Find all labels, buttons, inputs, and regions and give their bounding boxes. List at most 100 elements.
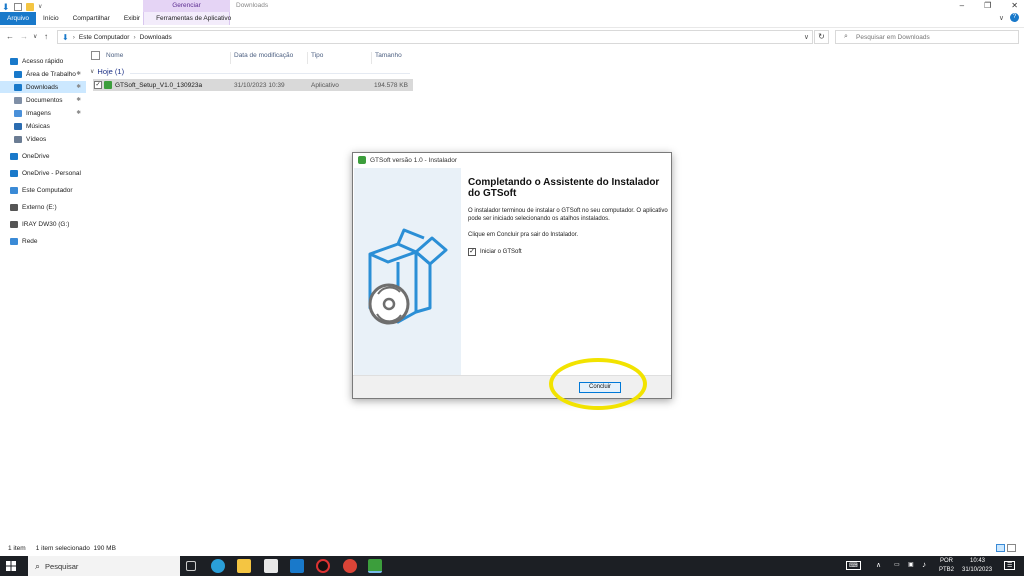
address-bar[interactable]: ⬇ › Este Computador › Downloads ∨: [57, 30, 813, 44]
sidebar-item[interactable]: OneDrive - Personal: [0, 167, 86, 179]
chevron-up-icon[interactable]: ∧: [876, 561, 881, 569]
network-icon[interactable]: ▣: [908, 561, 914, 568]
mail-icon[interactable]: [290, 559, 304, 573]
dialog-content: Completando o Assistente do Instalador d…: [468, 177, 668, 256]
clock-date[interactable]: 31/10/2023: [962, 567, 992, 573]
pin-icon[interactable]: ✱: [76, 97, 81, 103]
address-dropdown-icon[interactable]: ∨: [804, 33, 809, 41]
back-icon[interactable]: ←: [6, 32, 14, 41]
store-icon[interactable]: [264, 559, 278, 573]
dialog-instruction: Clique em Concluir pra sair do Instalado…: [468, 232, 579, 238]
chrome-icon[interactable]: [343, 559, 357, 573]
launch-checkbox-label[interactable]: Iniciar o GTSoft: [480, 249, 522, 255]
dialog-title: GTSoft versão 1.0 - Instalador: [370, 156, 458, 164]
forward-icon[interactable]: →: [20, 32, 28, 41]
edge-icon[interactable]: [211, 559, 225, 573]
tab-app-tools[interactable]: Ferramentas de Aplicativo: [147, 12, 238, 25]
clock-time[interactable]: 10:43: [970, 558, 985, 564]
column-type[interactable]: Tipo: [307, 52, 323, 64]
breadcrumb: ⬇ › Este Computador › Downloads: [62, 33, 172, 42]
star-icon: [10, 57, 18, 65]
sidebar-item[interactable]: Imagens ✱: [0, 107, 86, 119]
sidebar-item[interactable]: Acesso rápido: [0, 55, 86, 67]
help-icon[interactable]: ?: [1010, 13, 1019, 22]
keyboard-layout[interactable]: PTB2: [939, 567, 954, 573]
software-box-icon: [368, 228, 448, 325]
maximize-icon[interactable]: ❐: [984, 1, 991, 10]
launch-checkbox-row[interactable]: ✓ Iniciar o GTSoft: [468, 248, 668, 256]
select-all-checkbox[interactable]: [91, 50, 100, 60]
group-header[interactable]: ∨ Hoje (1): [90, 67, 410, 76]
computer-icon: [10, 186, 18, 194]
notifications-icon[interactable]: ☰: [1004, 561, 1016, 570]
column-name[interactable]: Nome: [106, 52, 123, 59]
navigation-bar: ← → ∨ ↑ ⬇ › Este Computador › Downloads …: [0, 27, 1024, 45]
ribbon-expand-icon[interactable]: ∨: [999, 14, 1004, 22]
pin-icon[interactable]: ✱: [76, 84, 81, 90]
media-app-icon[interactable]: [316, 559, 330, 573]
gtsoft-taskbar-icon[interactable]: [368, 559, 382, 573]
tab-share[interactable]: Compartilhar: [66, 12, 117, 25]
column-date[interactable]: Data de modificação: [230, 52, 293, 64]
navigation-pane: Acesso rápido Área de Trabalho ✱ Downloads ✱…: [0, 55, 88, 255]
details-view-icon[interactable]: [996, 544, 1005, 552]
minimize-icon[interactable]: –: [960, 1, 964, 10]
recent-locations-icon[interactable]: ∨: [33, 33, 37, 40]
file-explorer-icon[interactable]: [237, 559, 251, 573]
search-icon: ⌕: [35, 560, 41, 571]
sidebar-item[interactable]: Este Computador: [0, 184, 86, 196]
up-icon[interactable]: ↑: [44, 32, 48, 41]
breadcrumb-item[interactable]: Este Computador: [79, 34, 130, 41]
large-icons-view-icon[interactable]: [1007, 544, 1016, 552]
view-switcher: [996, 544, 1016, 552]
tab-home[interactable]: Início: [36, 12, 66, 25]
keyboard-icon[interactable]: ⌨: [846, 561, 861, 570]
sidebar-item-label: Este Computador: [22, 186, 73, 194]
window-controls: – ❐ ✕: [960, 1, 1018, 10]
file-type: Aplicativo: [311, 81, 339, 89]
language-code[interactable]: POR: [940, 558, 953, 564]
sidebar-item[interactable]: Externo (E:): [0, 201, 86, 213]
drive-icon: [10, 220, 18, 228]
sidebar-item-label: Downloads: [26, 83, 59, 91]
row-checkbox[interactable]: ✓: [94, 81, 102, 89]
taskbar-search[interactable]: ⌕ Pesquisar: [28, 556, 180, 576]
table-row[interactable]: ✓ GTSoft_Setup_V1.0_130923a 31/10/2023 1…: [93, 79, 413, 91]
group-label: Hoje (1): [97, 67, 125, 76]
refresh-icon[interactable]: ↻: [814, 30, 829, 44]
videos-icon: [14, 135, 22, 143]
download-icon: [14, 83, 22, 91]
search-input[interactable]: [856, 32, 1016, 43]
sidebar-item[interactable]: Vídeos: [0, 133, 86, 145]
launch-checkbox[interactable]: ✓: [468, 248, 476, 256]
windows-start-icon[interactable]: [6, 561, 16, 571]
volume-icon[interactable]: ♪: [922, 560, 926, 569]
qat-dropdown-icon[interactable]: ∨: [38, 3, 46, 11]
sidebar-item[interactable]: OneDrive: [0, 150, 86, 162]
sidebar-item[interactable]: Rede: [0, 235, 86, 247]
system-tray: ⌨ ∧ ▭ ▣ ♪ POR PTB2 10:43 31/10/2023 ☰: [844, 556, 1024, 576]
sidebar-item-label: Músicas: [26, 122, 50, 130]
new-folder-icon[interactable]: [26, 3, 34, 11]
gtsoft-app-icon: [358, 156, 366, 164]
status-selection: 1 item selecionado 190 MB: [35, 544, 116, 552]
sidebar-item[interactable]: Área de Trabalho ✱: [0, 68, 86, 80]
sidebar-item[interactable]: Músicas: [0, 120, 86, 132]
tab-view[interactable]: Exibir: [117, 12, 147, 25]
search-box[interactable]: ⌕: [835, 30, 1019, 44]
properties-icon[interactable]: [14, 3, 22, 11]
download-arrow-icon[interactable]: ⬇: [2, 3, 10, 12]
tab-file[interactable]: Arquivo: [0, 12, 37, 25]
power-icon[interactable]: ▭: [894, 561, 900, 568]
cloud-icon: [10, 152, 18, 160]
pin-icon[interactable]: ✱: [76, 71, 81, 77]
sidebar-item[interactable]: Documentos ✱: [0, 94, 86, 106]
task-view-icon[interactable]: [186, 561, 196, 571]
sidebar-item[interactable]: IRAY DW30 (G:): [0, 218, 86, 230]
sidebar-item[interactable]: Downloads ✱: [0, 81, 86, 93]
sidebar-item-label: Rede: [22, 237, 38, 245]
breadcrumb-item[interactable]: Downloads: [140, 34, 172, 41]
column-size[interactable]: Tamanho: [371, 52, 402, 64]
close-icon[interactable]: ✕: [1011, 1, 1018, 10]
pin-icon[interactable]: ✱: [76, 110, 81, 116]
